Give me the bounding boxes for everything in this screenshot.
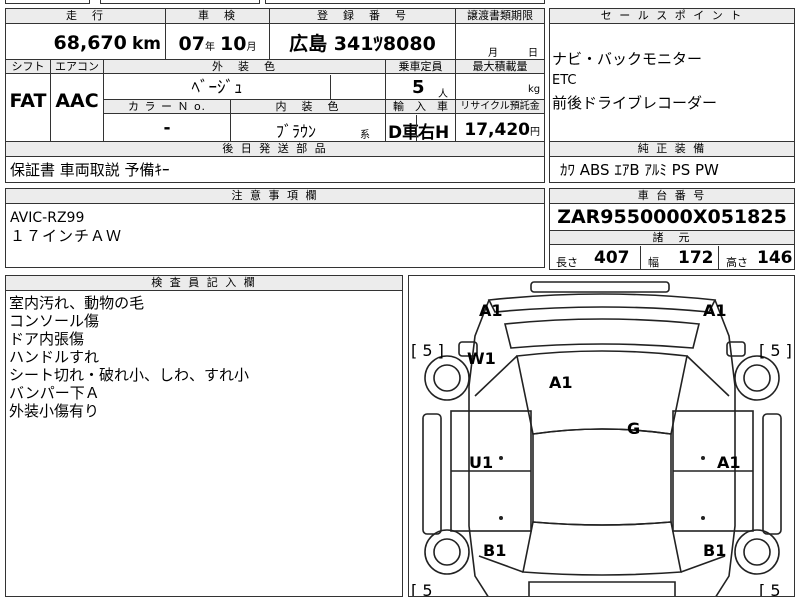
inspector-line: バンパー下Ａ [9, 384, 100, 402]
tire-depth-rear-right: [ 5 [759, 581, 781, 597]
inspector-line: 外装小傷有り [9, 402, 100, 420]
aircon-value: AAC [55, 90, 99, 112]
length-label: 長さ [556, 256, 578, 269]
transfer-month-unit: 月 [488, 48, 498, 59]
color-no-label: カ ラ ー Ｎ o. [104, 100, 230, 114]
inspection-year: 07 [178, 33, 205, 55]
notes-line: １７インチＡＷ [10, 227, 123, 245]
genuine-equipment-label: 純 正 装 備 [550, 142, 794, 157]
inspection-value-cell: 07年 10月 [166, 25, 269, 59]
top-strip [0, 0, 800, 6]
sales-point-line: ナビ・バックモニター [552, 50, 703, 68]
inspection-month: 10 [220, 33, 247, 55]
length-value: 407 [594, 248, 630, 268]
inspector-line: ハンドルすれ [9, 348, 100, 366]
sales-point-line: ETC [552, 73, 577, 88]
color-no-value: - [163, 118, 171, 138]
month-unit: 月 [246, 42, 257, 53]
mark-front-right: A1 [703, 301, 727, 320]
shift-value: FAT [9, 90, 47, 112]
car-diagram-box: A1 A1 W1 A1 G U1 A1 B1 B1 [ 5 ] [ 5 ] [ … [408, 275, 795, 597]
dimensions-row: 長さ 407 幅 172 高さ 146 [550, 246, 794, 269]
width-label: 幅 [648, 256, 659, 269]
import-value-1: D車 [388, 123, 420, 143]
shift-label: シフト [6, 60, 50, 74]
mileage-unit: km [131, 34, 161, 54]
genuine-equipment-value: ｶﾜ ABS ｴｱB ｱﾙﾐ PS PW [560, 161, 719, 179]
capacity-cell: 5 人 [386, 75, 455, 100]
notes-label: 注 意 事 項 欄 [6, 189, 544, 204]
import-value-2: 右H [418, 123, 450, 143]
height-value: 146 [757, 248, 793, 268]
mileage-value: 68,670 [53, 32, 127, 54]
exterior-color-value: ﾍﾞｰｼﾞｭ [191, 78, 243, 98]
transfer-day-unit: 日 [528, 48, 538, 59]
chassis-number: ZAR9550000X051825 [557, 206, 787, 228]
capacity-unit: 人 [438, 89, 448, 100]
registration-label: 登 録 番 号 [270, 9, 455, 24]
import-label: 輸 入 車 [386, 100, 455, 114]
mark-windshield-a: A1 [549, 373, 573, 392]
mileage-value-cell: 68,670 km [6, 25, 165, 59]
height-label: 高さ [726, 256, 748, 269]
width-value: 172 [678, 248, 714, 268]
dimensions-label: 諸 元 [550, 230, 794, 245]
sales-points-label: セ ー ル ス ポ イ ン ト [550, 9, 794, 24]
notes-line: AVIC-RZ99 [10, 210, 85, 226]
registration-number: 広島 341ﾂ8080 [289, 33, 436, 55]
inspection-label: 車 検 [166, 9, 269, 24]
mark-roof: G [627, 419, 640, 438]
inspector-line: 室内汚れ、動物の毛 [9, 294, 145, 312]
mark-windshield-w: W1 [467, 349, 496, 368]
tire-depth-front-left: [ 5 ] [411, 341, 444, 360]
inspector-line: ドア内張傷 [9, 330, 85, 348]
car-diagram: A1 A1 W1 A1 G U1 A1 B1 B1 [ 5 ] [ 5 ] [ … [411, 281, 792, 597]
interior-color-label: 内 装 色 [231, 100, 385, 114]
transfer-deadline-label: 譲渡書類期限 [456, 9, 544, 24]
exterior-color-label: 外 装 色 [104, 60, 385, 74]
inspector-label: 検 査 員 記 入 欄 [6, 276, 402, 291]
recycle-label: リサイクル預託金 [456, 100, 544, 114]
inspector-line: コンソール傷 [9, 312, 100, 330]
mark-rear-left: B1 [483, 541, 506, 560]
later-parts-label: 後 日 発 送 部 品 [6, 142, 544, 157]
capacity-label: 乗車定員 [386, 60, 455, 74]
max-load-label: 最大積載量 [456, 60, 544, 74]
year-unit: 年 [204, 42, 215, 53]
notes-list: AVIC-RZ99 １７インチＡＷ [10, 209, 122, 245]
chassis-label: 車 台 番 号 [550, 189, 794, 204]
sales-point-line: 前後ドライブレコーダー [552, 94, 718, 112]
interior-color-value: ﾌﾞﾗｳﾝ [275, 122, 316, 141]
later-parts-value: 保証書 車両取説 予備ｷｰ [10, 161, 170, 179]
inspector-line: シート切れ・破れ小、しわ、すれ小 [9, 366, 250, 384]
aircon-label: エアコン [51, 60, 103, 74]
interior-suffix: 系 [360, 130, 370, 141]
recycle-unit: 円 [530, 127, 540, 138]
tire-depth-front-right: [ 5 ] [759, 341, 792, 360]
mark-rear-right: B1 [703, 541, 726, 560]
mileage-label: 走 行 [6, 9, 165, 24]
inspector-list: 室内汚れ、動物の毛 コンソール傷 ドア内張傷 ハンドルすれ シート切れ・破れ小、… [9, 294, 249, 420]
load-unit: kg [528, 84, 541, 95]
mark-front-left: A1 [479, 301, 503, 320]
mark-left-door: U1 [469, 453, 493, 472]
recycle-cell: 17,420円 [456, 115, 544, 142]
mark-right-door: A1 [717, 453, 741, 472]
tire-depth-rear-left: [ 5 [411, 581, 433, 597]
sales-points-list: ナビ・バックモニター ETC 前後ドライブレコーダー [552, 50, 717, 116]
capacity-value: 5 [412, 77, 425, 98]
recycle-value: 17,420 [464, 120, 530, 140]
